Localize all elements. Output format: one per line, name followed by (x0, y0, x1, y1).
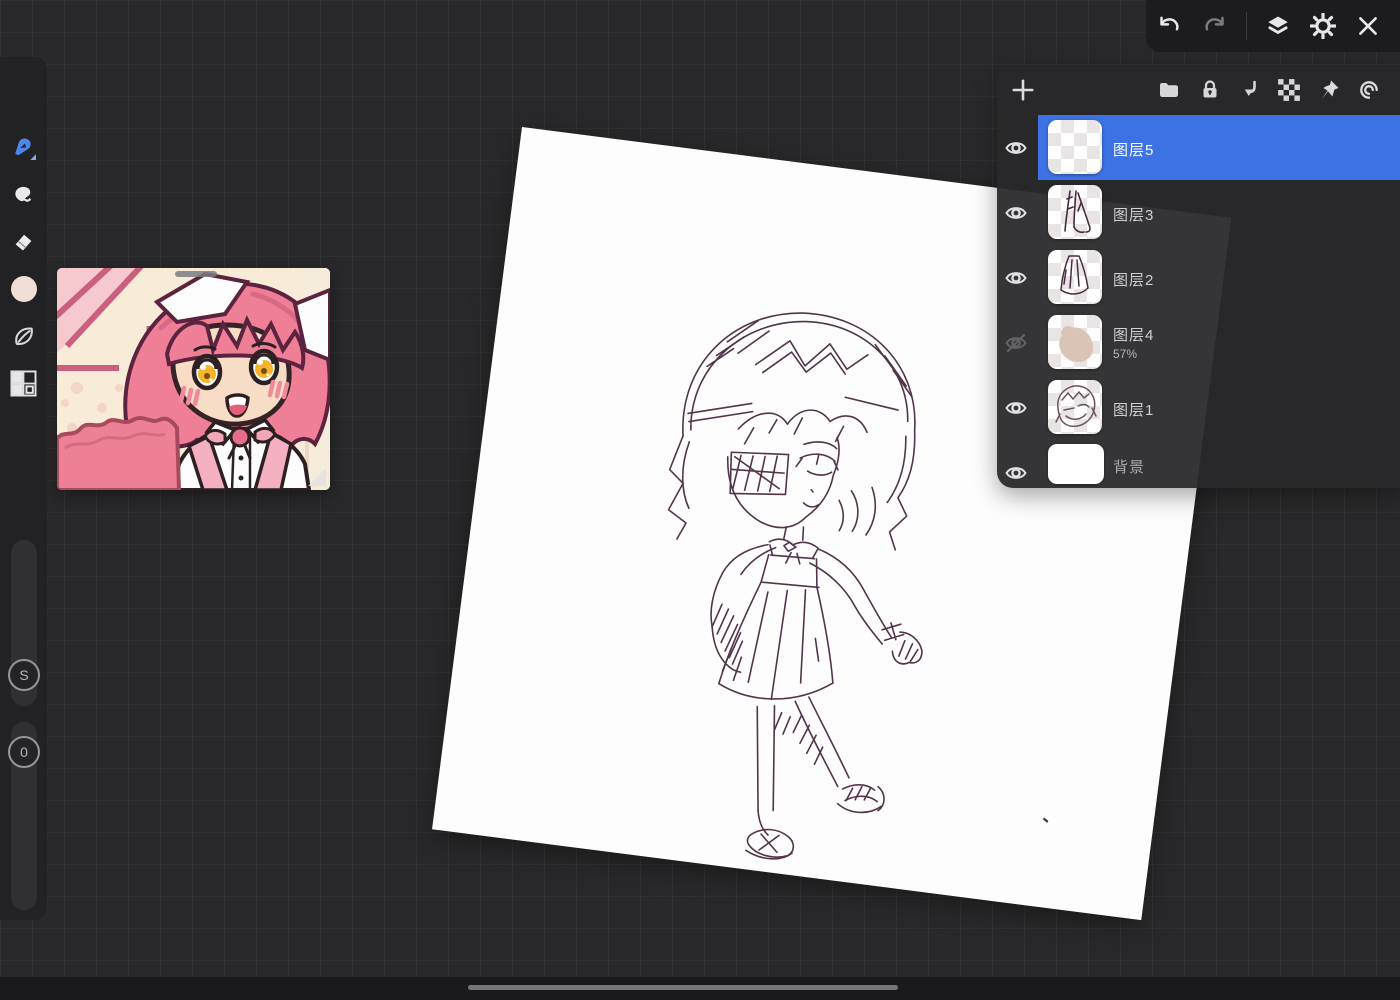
layer-row[interactable]: 图层5 (997, 115, 1400, 180)
layer-row[interactable]: 图层3 (997, 180, 1400, 245)
current-color-swatch[interactable] (11, 276, 37, 302)
reference-image-panel[interactable] (57, 268, 330, 490)
layer-visibility-eye-icon[interactable] (1004, 461, 1028, 485)
redo-icon[interactable] (1203, 13, 1229, 39)
merge-down-icon[interactable] (1238, 78, 1262, 102)
tool-sidebar: S 0 (0, 57, 47, 920)
layer-name: 图层4 (1113, 327, 1155, 344)
layer-row[interactable]: 图层4 57% (997, 310, 1400, 375)
layers-icon[interactable] (1265, 13, 1291, 39)
layer-name: 背景 (1113, 459, 1146, 476)
layer-name: 图层5 (1113, 142, 1155, 159)
drag-handle-icon[interactable] (175, 271, 217, 277)
layer-thumbnail[interactable] (1048, 380, 1102, 434)
layer-hidden-eye-icon[interactable] (1004, 331, 1028, 355)
layers-panel-header (997, 65, 1400, 115)
smudge-tool-icon[interactable] (10, 181, 37, 208)
layer-name: 图层2 (1113, 272, 1155, 289)
topbar-divider (1246, 12, 1247, 40)
lock-icon[interactable] (1198, 78, 1222, 102)
layer-row[interactable]: 图层2 (997, 245, 1400, 310)
layer-visibility-eye-icon[interactable] (1004, 396, 1028, 420)
layer-thumbnail[interactable] (1048, 250, 1102, 304)
size-slider-knob[interactable]: S (8, 659, 40, 691)
resize-handle-icon[interactable] (308, 468, 326, 486)
layer-name: 图层1 (1113, 402, 1155, 419)
horizontal-scrollbar[interactable] (468, 985, 898, 990)
layer-thumbnail[interactable] (1048, 185, 1102, 239)
eraser-tool-icon[interactable] (10, 228, 37, 255)
close-icon[interactable] (1355, 13, 1381, 39)
opacity-slider-knob[interactable]: 0 (8, 736, 40, 768)
layer-name: 图层3 (1113, 207, 1155, 224)
add-layer-icon[interactable] (1010, 77, 1036, 103)
layer-row[interactable]: 图层1 (997, 375, 1400, 440)
layer-thumbnail[interactable] (1048, 120, 1102, 174)
transparency-checker-icon[interactable] (1277, 78, 1301, 102)
layer-row[interactable]: 背景 (997, 440, 1400, 488)
layer-thumbnail[interactable] (1048, 315, 1102, 369)
top-action-bar (1146, 0, 1400, 52)
folder-icon[interactable] (1157, 78, 1181, 102)
layer-opacity-value: 57% (1113, 347, 1138, 361)
brush-tool-icon[interactable] (10, 134, 37, 161)
spiral-icon[interactable] (1357, 78, 1381, 102)
pattern-grid-tool-icon[interactable] (10, 370, 37, 397)
settings-gear-icon[interactable] (1310, 13, 1336, 39)
layer-visibility-eye-icon[interactable] (1004, 266, 1028, 290)
layer-thumbnail[interactable] (1048, 444, 1104, 484)
layers-panel: 图层5 图层3 图层2 图层4 57% 图层1 背景 (997, 65, 1400, 488)
reference-image (57, 268, 330, 490)
undo-icon[interactable] (1155, 13, 1181, 39)
layer-visibility-eye-icon[interactable] (1004, 136, 1028, 160)
layer-visibility-eye-icon[interactable] (1004, 201, 1028, 225)
pin-icon[interactable] (1317, 78, 1341, 102)
leaf-tool-icon[interactable] (10, 323, 37, 350)
bottom-bar (0, 977, 1400, 1000)
